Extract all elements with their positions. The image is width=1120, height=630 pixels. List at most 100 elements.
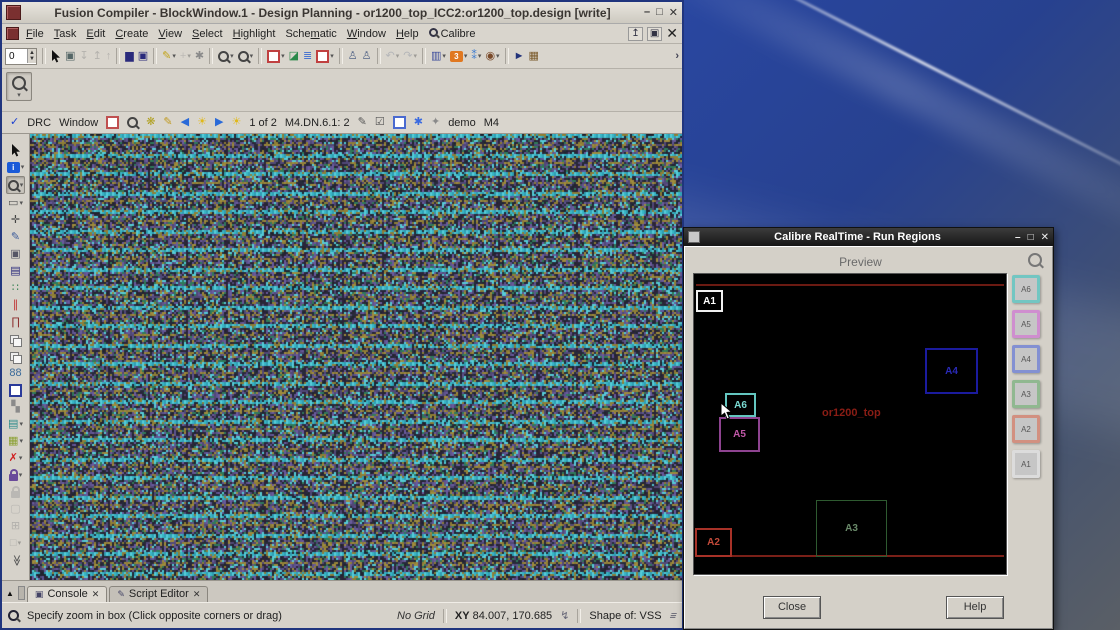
lock-icon[interactable]: ▾ (8, 467, 24, 483)
spinner-arrows-icon[interactable]: ▲▼ (27, 49, 36, 63)
region-a3[interactable]: A3 (816, 500, 887, 557)
snapshot-icon[interactable]: ◉▾ (483, 47, 501, 65)
region-button-a2[interactable]: A2 (1012, 415, 1040, 443)
align-up-icon[interactable]: ↑ (104, 47, 114, 65)
plugin-puzzle-icon[interactable]: ▦ (526, 47, 540, 65)
next-violation-icon[interactable]: ▶ (213, 114, 225, 132)
pair-88-icon[interactable]: 88 (8, 365, 22, 381)
user-label[interactable]: demo (446, 117, 478, 129)
align-top-icon[interactable]: ↥ (91, 47, 104, 65)
unroute-person-icon[interactable]: ♙ (360, 47, 374, 65)
menu-window[interactable]: Window (342, 27, 391, 41)
violation-rule[interactable]: M4.DN.6.1: 2 (283, 117, 352, 129)
edit-export-icon[interactable]: ✎ (10, 229, 21, 245)
tab-close-icon[interactable]: ✕ (92, 589, 100, 600)
zoom-in-icon[interactable]: ▾ (6, 176, 26, 194)
toolbar-overflow-icon[interactable]: › (675, 51, 679, 62)
zoom-fit-icon[interactable]: ▾ (236, 47, 256, 65)
route-person-icon[interactable]: ♙ (346, 47, 360, 65)
region-button-a4[interactable]: A4 (1012, 345, 1040, 373)
tab-console[interactable]: ▣Console✕ (27, 586, 107, 602)
settings-gear-icon[interactable]: ✱ (412, 114, 425, 132)
region-a4[interactable]: A4 (925, 348, 978, 394)
layout-canvas[interactable] (30, 134, 682, 580)
open-design-icon[interactable]: ▆ (123, 47, 135, 65)
dialog-maximize-button[interactable]: □ (1028, 232, 1034, 243)
console-window-icon[interactable]: ▥▾ (429, 47, 448, 65)
dialog-title-bar[interactable]: Calibre RealTime - Run Regions – □ ✕ (684, 228, 1053, 246)
prev-violation-icon[interactable]: ◀ (179, 114, 191, 132)
region-a1[interactable]: A1 (696, 290, 723, 312)
region-button-a5[interactable]: A5 (1012, 310, 1040, 338)
tab-scrollbar[interactable] (18, 586, 25, 600)
close-button-dialog[interactable]: Close (763, 596, 821, 619)
dialog-minimize-button[interactable]: – (1015, 232, 1021, 243)
flash-all-icon[interactable]: ☀ (229, 114, 243, 132)
info-icon[interactable]: i▾ (6, 159, 26, 175)
region-preview-canvas[interactable]: A1A4A6A5A3A2or1200_top (693, 273, 1007, 575)
drc-map-icon[interactable]: ▾ (265, 47, 287, 65)
expand-chevron-icon[interactable]: ≫ (9, 552, 23, 568)
resize-grip-icon[interactable]: ≡ (667, 610, 678, 622)
menu-file[interactable]: File (21, 27, 49, 41)
copy-group-icon[interactable] (9, 331, 23, 347)
layer-label[interactable]: M4 (482, 117, 501, 129)
select-tool-icon[interactable] (49, 47, 63, 65)
tab-script-editor[interactable]: ✎Script Editor✕ (109, 586, 208, 602)
menu-view[interactable]: View (153, 27, 187, 41)
menu-select[interactable]: Select (187, 27, 228, 41)
flightline-icon[interactable]: ∏ (10, 314, 21, 330)
bundle-3-icon[interactable]: 3▾ (448, 47, 470, 65)
close-button[interactable]: ✕ (669, 6, 678, 19)
save-view-icon[interactable]: ▤ (9, 263, 21, 279)
menu-create[interactable]: Create (110, 27, 153, 41)
menu-schematic[interactable]: Schematic (280, 27, 341, 41)
dialog-close-button[interactable]: ✕ (1041, 232, 1049, 243)
unlock-icon[interactable] (10, 484, 21, 500)
region-button-a3[interactable]: A3 (1012, 380, 1040, 408)
net-hierarchy-icon[interactable]: ∷ (11, 280, 20, 296)
cells-stack-icon[interactable]: ▤▾ (7, 416, 24, 432)
save-design-icon[interactable]: ▣ (136, 47, 150, 65)
eco-icon[interactable]: ▾ (314, 47, 336, 65)
chip-layout-view[interactable] (30, 134, 682, 580)
menu-highlight[interactable]: Highlight (228, 27, 281, 41)
image-box-icon[interactable]: ▢ (9, 501, 21, 517)
layout-window-icon[interactable] (104, 114, 121, 132)
flash-icon[interactable]: ☀ (195, 114, 209, 132)
menu-calibre[interactable]: Calibre (424, 27, 481, 41)
violation-counter[interactable]: 1 of 2 (247, 117, 279, 129)
checklist-icon[interactable]: ≣ (301, 47, 314, 65)
menu-edit[interactable]: Edit (81, 27, 110, 41)
minimize-button[interactable]: – (644, 6, 650, 19)
plug-icon[interactable]: ► (512, 47, 527, 65)
drc-label[interactable]: DRC (25, 117, 53, 129)
box-add-icon[interactable]: ⊞ (10, 518, 21, 534)
blue-box-icon[interactable] (8, 382, 23, 398)
tools-icon[interactable]: ✦ (429, 114, 442, 132)
brush-icon[interactable]: ✎ (161, 114, 174, 132)
help-button[interactable]: Help (946, 596, 1004, 619)
waive-check-icon[interactable]: ☑ (373, 114, 387, 132)
zoom-selection-icon[interactable]: ▾ (216, 47, 236, 65)
delete-x-icon[interactable]: ✗▾ (8, 450, 24, 466)
edit-rule-icon[interactable]: ✎ (356, 114, 369, 132)
title-bar[interactable]: Fusion Compiler - BlockWindow.1 - Design… (2, 2, 682, 24)
tab-close-icon[interactable]: ✕ (193, 589, 201, 600)
close-view-button[interactable]: ✕ (666, 25, 678, 42)
reshape-icon[interactable]: ▣ (9, 246, 21, 262)
region-button-a6[interactable]: A6 (1012, 275, 1040, 303)
menu-task[interactable]: Task (49, 27, 82, 41)
rows-stack-icon[interactable]: ▦▾ (7, 433, 24, 449)
tab-scroll-up-icon[interactable]: ▲ (4, 589, 16, 602)
marquee-icon[interactable]: □▾ (9, 535, 22, 551)
menu-help[interactable]: Help (391, 27, 424, 41)
region-a2[interactable]: A2 (695, 528, 732, 557)
region-button-a1[interactable]: A1 (1012, 450, 1040, 478)
hierarchy-icon[interactable]: ⁑▾ (469, 47, 483, 65)
edit-pencil-icon[interactable]: ✎▾ (160, 47, 178, 65)
select-cursor-icon[interactable] (10, 142, 22, 158)
history-spinner[interactable]: 0 ▲▼ (5, 48, 37, 65)
align-pins-icon[interactable]: ∥ (12, 297, 20, 313)
move-tool-icon[interactable]: +▾ (178, 47, 193, 65)
